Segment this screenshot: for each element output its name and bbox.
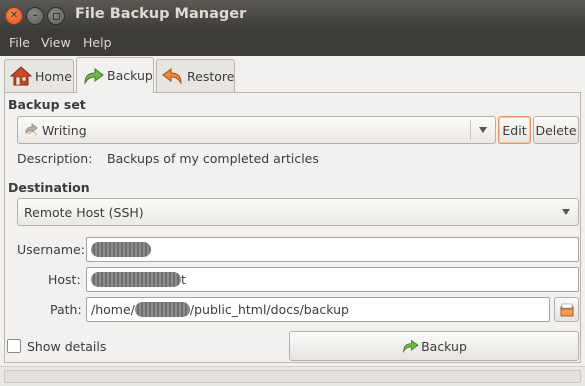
redacted-path-user [134,302,190,317]
delete-button[interactable]: Delete [533,116,579,144]
minimize-window-button[interactable]: – [26,7,44,25]
destination-value: Remote Host (SSH) [24,204,144,220]
show-details-label[interactable]: Show details [27,339,106,354]
host-suffix: t [181,272,186,287]
show-details-checkbox[interactable] [7,339,21,353]
username-label: Username: [17,242,85,257]
backup-arrow-icon [401,338,419,354]
chevron-down-icon [479,127,487,133]
redacted-username [91,242,151,257]
close-window-button[interactable]: ✕ [5,7,23,25]
tab-backup-label: Backup [107,68,153,83]
destination-heading: Destination [8,180,90,195]
description-label: Description: [17,151,93,166]
status-area [4,370,581,383]
menu-bar: File View Help [0,31,585,56]
backup-button[interactable]: Backup [289,331,579,361]
path-prefix: /home/ [91,302,135,317]
tab-restore[interactable]: Restore [156,59,235,92]
tab-backup[interactable]: Backup [76,57,154,93]
description-value: Backups of my completed articles [107,151,319,166]
window-title: File Backup Manager [75,6,247,22]
tab-restore-label: Restore [187,68,235,84]
chevron-down-icon [562,209,570,215]
backup-button-label: Backup [421,338,467,354]
folder-icon [560,303,574,317]
path-suffix: /public_html/docs/backup [189,302,349,317]
redacted-host [91,272,181,287]
maximize-window-button[interactable] [47,7,65,25]
combo-separator [470,120,471,140]
browse-folder-button[interactable] [554,297,579,322]
tab-home[interactable]: Home [4,59,74,92]
menu-file[interactable]: File [9,35,30,50]
backup-set-value: Writing [42,122,87,138]
maximize-icon [52,12,60,20]
path-label: Path: [50,302,82,317]
close-icon: ✕ [9,10,19,21]
username-field[interactable] [86,237,579,262]
destination-combo[interactable]: Remote Host (SSH) [17,198,579,226]
status-bar [0,366,585,386]
menu-view[interactable]: View [41,35,71,50]
backup-set-heading: Backup set [8,97,86,112]
backup-set-combo[interactable]: Writing [17,116,496,144]
restore-arrow-icon [162,66,184,86]
backup-set-icon [24,123,38,137]
menu-help[interactable]: Help [83,35,112,50]
backup-arrow-icon [82,66,104,86]
path-field[interactable]: /home/ /public_html/docs/backup [86,297,550,322]
host-field[interactable]: t [86,267,579,292]
minimize-icon: – [32,10,38,21]
host-label: Host: [48,272,81,287]
tab-home-label: Home [35,68,72,84]
title-bar: ✕ – File Backup Manager [0,0,585,31]
edit-button[interactable]: Edit [498,116,531,144]
home-icon [9,66,33,86]
